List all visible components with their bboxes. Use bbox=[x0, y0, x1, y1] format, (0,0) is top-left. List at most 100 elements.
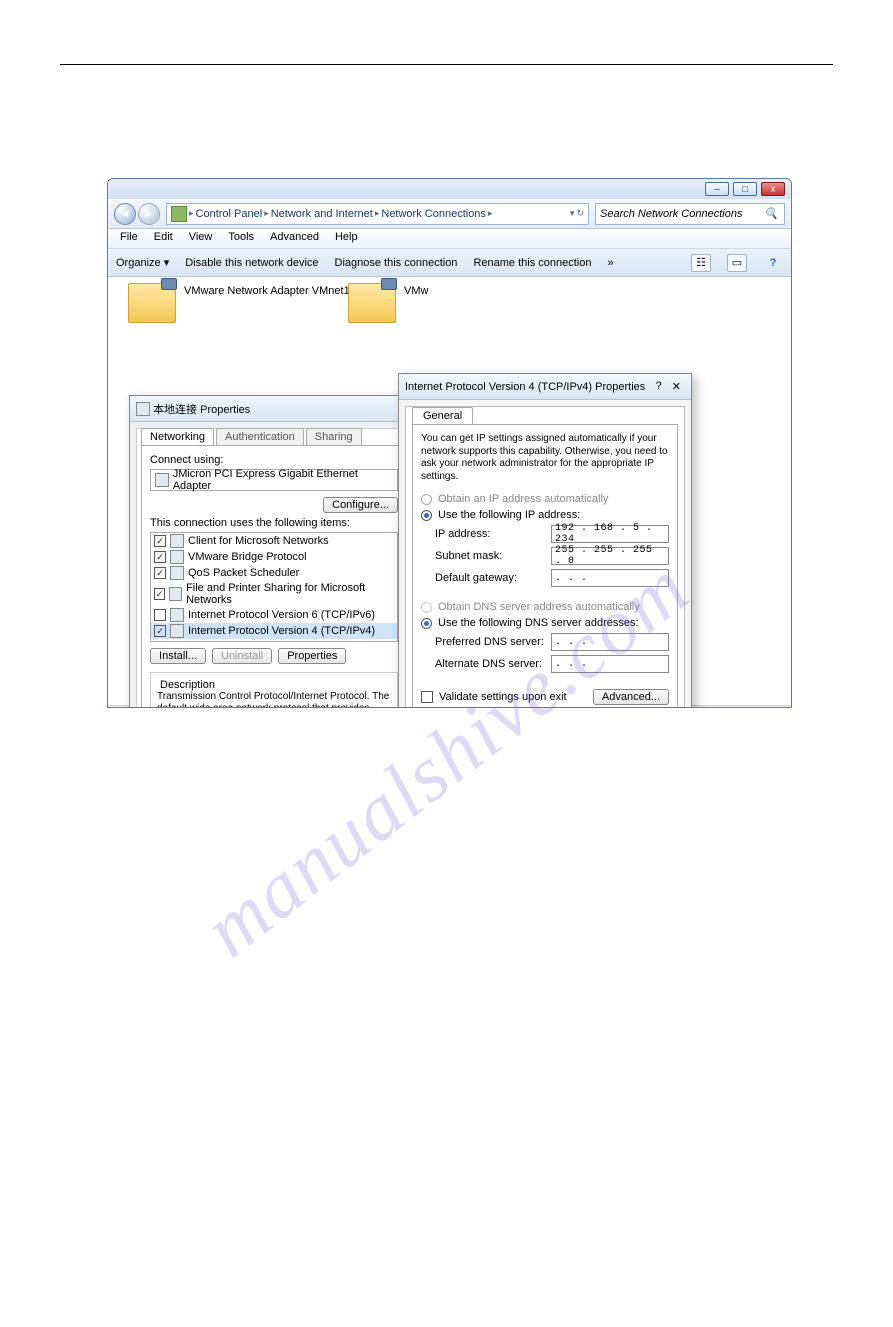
breadcrumb-item[interactable]: Control Panel bbox=[196, 208, 263, 220]
radio-manual-dns[interactable] bbox=[421, 618, 432, 629]
menu-tools[interactable]: Tools bbox=[220, 229, 262, 248]
preferred-dns-label: Preferred DNS server: bbox=[435, 636, 544, 648]
list-item[interactable]: QoS Packet Scheduler bbox=[188, 567, 299, 579]
tab-general[interactable]: General bbox=[412, 407, 473, 424]
menu-help[interactable]: Help bbox=[327, 229, 366, 248]
content-area: VMware Network Adapter VMnet1 VMw 本地连接 P… bbox=[108, 277, 791, 705]
adapter-label[interactable]: VMware Network Adapter VMnet1 bbox=[184, 285, 350, 297]
connection-properties-dialog: 本地连接 Properties Networking Authenticatio… bbox=[129, 395, 419, 708]
list-item[interactable]: Link-Layer Topology Discovery Mapper I/O… bbox=[185, 640, 394, 642]
gateway-input[interactable]: . . . bbox=[551, 569, 669, 587]
breadcrumb[interactable]: ▸ Control Panel ▸ Network and Internet ▸… bbox=[166, 203, 589, 225]
tab-strip: Networking Authentication Sharing bbox=[137, 428, 411, 445]
menu-file[interactable]: File bbox=[112, 229, 146, 248]
properties-button[interactable]: Properties bbox=[278, 648, 346, 664]
list-item[interactable]: VMware Bridge Protocol bbox=[188, 551, 307, 563]
menu-advanced[interactable]: Advanced bbox=[262, 229, 327, 248]
menu-view[interactable]: View bbox=[181, 229, 221, 248]
menu-edit[interactable]: Edit bbox=[146, 229, 181, 248]
radio-manual-ip[interactable] bbox=[421, 510, 432, 521]
search-input[interactable]: Search Network Connections 🔍 bbox=[595, 203, 785, 225]
radio-label: Obtain an IP address automatically bbox=[438, 493, 608, 505]
description-label: Description bbox=[157, 679, 218, 691]
radio-auto-dns[interactable] bbox=[421, 602, 432, 613]
breadcrumb-item[interactable]: Network and Internet bbox=[271, 208, 373, 220]
radio-auto-ip[interactable] bbox=[421, 494, 432, 505]
gateway-label: Default gateway: bbox=[435, 572, 517, 584]
advanced-button[interactable]: Advanced... bbox=[593, 689, 669, 705]
disable-device-button[interactable]: Disable this network device bbox=[185, 257, 318, 269]
organize-button[interactable]: Organize ▾ bbox=[116, 256, 169, 269]
checkbox[interactable] bbox=[154, 551, 166, 563]
preferred-dns-input[interactable]: . . . bbox=[551, 633, 669, 651]
dropdown-chevron-icon[interactable]: ▾ bbox=[570, 208, 575, 219]
network-adapter-icon[interactable] bbox=[128, 283, 176, 323]
alternate-dns-label: Alternate DNS server: bbox=[435, 658, 542, 670]
screenshot-frame: – □ x ◄ ► ▸ Control Panel ▸ Network and … bbox=[107, 178, 792, 708]
navigation-bar: ◄ ► ▸ Control Panel ▸ Network and Intern… bbox=[108, 199, 791, 229]
close-icon[interactable]: ✕ bbox=[672, 380, 681, 393]
forward-button[interactable]: ► bbox=[138, 203, 160, 225]
validate-checkbox[interactable] bbox=[421, 691, 433, 703]
checkbox[interactable] bbox=[154, 567, 166, 579]
checkbox[interactable] bbox=[154, 625, 166, 637]
checkbox[interactable] bbox=[154, 609, 166, 621]
tab-authentication[interactable]: Authentication bbox=[216, 428, 304, 445]
subnet-mask-label: Subnet mask: bbox=[435, 550, 502, 562]
more-commands-button[interactable]: » bbox=[607, 257, 613, 269]
back-button[interactable]: ◄ bbox=[114, 203, 136, 225]
rename-button[interactable]: Rename this connection bbox=[473, 257, 591, 269]
diagnose-button[interactable]: Diagnose this connection bbox=[335, 257, 458, 269]
install-button[interactable]: Install... bbox=[150, 648, 206, 664]
menu-bar: File Edit View Tools Advanced Help bbox=[108, 229, 791, 249]
chevron-right-icon: ▸ bbox=[375, 208, 380, 219]
network-adapter-icon[interactable] bbox=[348, 283, 396, 323]
tab-page: Connect using: JMicron PCI Express Gigab… bbox=[141, 445, 407, 708]
chevron-right-icon: ▸ bbox=[189, 208, 194, 219]
radio-label: Use the following IP address: bbox=[438, 509, 580, 521]
ipv4-properties-dialog: Internet Protocol Version 4 (TCP/IPv4) P… bbox=[398, 373, 692, 708]
control-panel-icon bbox=[171, 206, 187, 222]
adapter-label[interactable]: VMw bbox=[404, 285, 428, 297]
breadcrumb-item[interactable]: Network Connections bbox=[381, 208, 486, 220]
intro-text: You can get IP settings assigned automat… bbox=[421, 433, 669, 483]
maximize-button[interactable]: □ bbox=[733, 182, 757, 196]
dialog-title: 本地连接 Properties bbox=[130, 396, 418, 422]
tab-networking[interactable]: Networking bbox=[141, 428, 214, 445]
alternate-dns-input[interactable]: . . . bbox=[551, 655, 669, 673]
radio-label: Use the following DNS server addresses: bbox=[438, 617, 639, 629]
minimize-button[interactable]: – bbox=[705, 182, 729, 196]
configure-button[interactable]: Configure... bbox=[323, 497, 398, 513]
ip-address-input[interactable]: 192 . 168 . 5 . 234 bbox=[551, 525, 669, 543]
dialog-title: Internet Protocol Version 4 (TCP/IPv4) P… bbox=[399, 374, 691, 400]
chevron-right-icon: ▸ bbox=[488, 208, 493, 219]
preview-pane-icon[interactable]: ▭ bbox=[727, 254, 747, 272]
checkbox[interactable] bbox=[154, 535, 166, 547]
uninstall-button[interactable]: Uninstall bbox=[212, 648, 272, 664]
protocol-list[interactable]: Client for Microsoft Networks VMware Bri… bbox=[150, 532, 398, 642]
list-item[interactable]: Client for Microsoft Networks bbox=[188, 535, 329, 547]
radio-label: Obtain DNS server address automatically bbox=[438, 601, 640, 613]
search-placeholder: Search Network Connections bbox=[600, 208, 742, 220]
search-icon[interactable]: 🔍 bbox=[762, 205, 780, 223]
help-icon[interactable]: ? bbox=[656, 380, 662, 393]
view-options-icon[interactable]: ☷ bbox=[691, 254, 711, 272]
chevron-right-icon: ▸ bbox=[264, 208, 269, 219]
help-icon[interactable]: ? bbox=[763, 254, 783, 272]
protocol-icon bbox=[170, 534, 184, 548]
refresh-icon[interactable]: ↻ bbox=[576, 208, 584, 219]
nic-icon bbox=[155, 473, 169, 487]
explorer-window: – □ x ◄ ► ▸ Control Panel ▸ Network and … bbox=[107, 178, 792, 708]
list-item[interactable]: Internet Protocol Version 6 (TCP/IPv6) bbox=[188, 609, 375, 621]
checkbox[interactable] bbox=[154, 588, 165, 600]
dialog-title-text: Internet Protocol Version 4 (TCP/IPv4) P… bbox=[405, 381, 645, 393]
protocol-icon bbox=[170, 566, 184, 580]
ip-address-label: IP address: bbox=[435, 528, 490, 540]
tab-sharing[interactable]: Sharing bbox=[306, 428, 362, 445]
list-item[interactable]: Internet Protocol Version 4 (TCP/IPv4) bbox=[188, 625, 375, 637]
subnet-mask-input[interactable]: 255 . 255 . 255 . 0 bbox=[551, 547, 669, 565]
description-text: Transmission Control Protocol/Internet P… bbox=[157, 691, 391, 708]
tab-page: You can get IP settings assigned automat… bbox=[412, 424, 678, 708]
list-item[interactable]: File and Printer Sharing for Microsoft N… bbox=[186, 582, 394, 606]
close-button[interactable]: x bbox=[761, 182, 785, 196]
